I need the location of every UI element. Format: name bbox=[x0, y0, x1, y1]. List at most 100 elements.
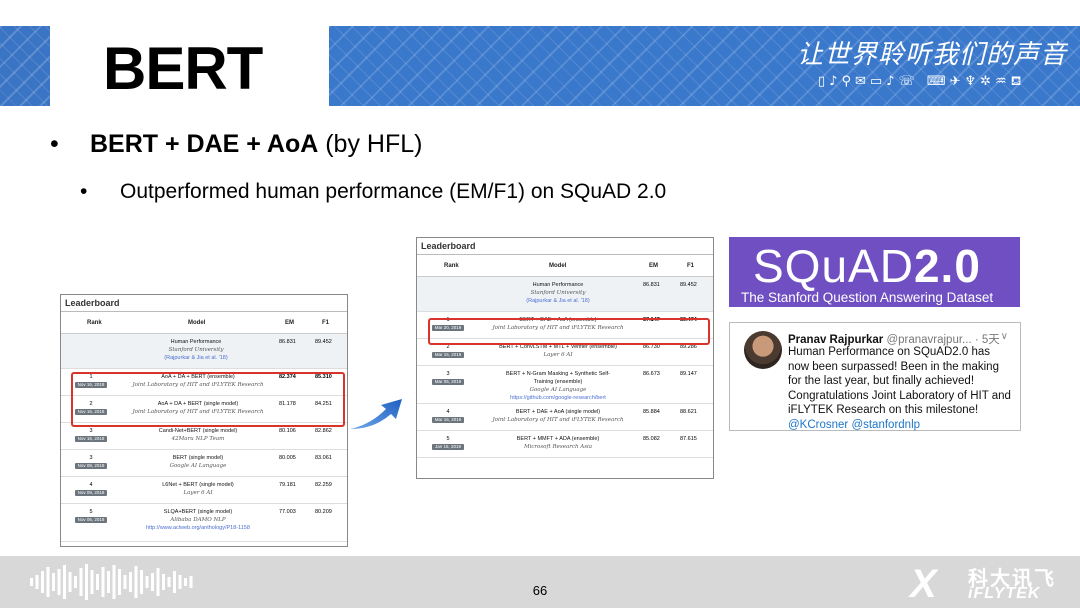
leaderboard-left: Leaderboard Rank Model EM F1 Human Perfo… bbox=[60, 294, 348, 547]
wave-bar bbox=[63, 565, 66, 599]
f1-score: 82.862 bbox=[315, 428, 332, 434]
leaderboard-columns: Rank Model EM F1 bbox=[61, 312, 347, 334]
wave-bar bbox=[85, 564, 88, 600]
wave-bar bbox=[123, 575, 127, 589]
human-em: 86.831 bbox=[279, 339, 296, 345]
wave-bar bbox=[79, 568, 83, 596]
model-cell: BERT + N-Gram Masking + Synthetic Self- T… bbox=[483, 370, 633, 402]
col-model: Model bbox=[188, 320, 206, 326]
tweet-mentions[interactable]: @KCrosner @stanfordnlp bbox=[788, 418, 1013, 433]
squad-logo-title: SQuAD2.0 bbox=[753, 240, 981, 292]
model-org: Microsoft Research Asia bbox=[523, 444, 593, 450]
wave-bar bbox=[178, 575, 182, 589]
model-cell: L6Net + BERT (single model) Layer 6 AI bbox=[123, 481, 273, 497]
bullet-dot: • bbox=[50, 130, 59, 158]
wave-bar bbox=[134, 566, 138, 598]
date-badge: Nov 06, 2018 bbox=[74, 517, 108, 523]
rank-cell: 2 Mar 15, 2019 bbox=[426, 343, 470, 359]
model-name: L6Net + BERT (single model) bbox=[162, 482, 234, 488]
brand-mark: X bbox=[910, 562, 937, 606]
human-f1: 89.452 bbox=[680, 282, 697, 288]
rank-cell: 4 Nov 09, 2018 bbox=[69, 481, 113, 497]
model-org: 42Maru NLP Team bbox=[171, 436, 225, 442]
model-cell: SLQA+BERT (single model) Alibaba DAMO NLP… bbox=[123, 508, 273, 532]
slogan: 让世界聆听我们的声音 bbox=[797, 40, 1068, 70]
human-em: 86.831 bbox=[643, 282, 660, 288]
brand-name-en: iFLYTEK bbox=[968, 585, 1041, 602]
table-row: 5 Nov 06, 2018 SLQA+BERT (single model) Ali… bbox=[61, 504, 347, 542]
rank-number: 3 bbox=[446, 371, 450, 377]
date-badge: Mar 05, 2019 bbox=[431, 379, 465, 385]
f1-score: 80.209 bbox=[315, 509, 332, 515]
rank-number: 3 bbox=[89, 428, 93, 434]
human-name: Human Performance bbox=[170, 339, 222, 345]
wave-bar bbox=[140, 570, 143, 594]
wave-bar bbox=[41, 571, 44, 593]
highlight-box-left bbox=[71, 372, 345, 427]
col-f1: F1 bbox=[322, 320, 330, 326]
tweet-text: Human Performance on SQuAD2.0 has now be… bbox=[788, 346, 1011, 416]
leaderboard-heading: Leaderboard bbox=[61, 295, 347, 312]
em-score: 79.181 bbox=[279, 482, 296, 488]
em-score: 86.673 bbox=[643, 371, 660, 377]
leaderboard-columns: Rank Model EM F1 bbox=[417, 255, 713, 277]
model-cell: BERT + DAE + AoA (single model) Joint Lab… bbox=[483, 408, 633, 424]
em-score: 80.005 bbox=[279, 455, 296, 461]
highlight-box-right bbox=[428, 318, 710, 345]
wave-bar bbox=[112, 565, 116, 599]
wave-bar bbox=[90, 570, 94, 594]
model-name: Candi-Net+BERT (single model) bbox=[158, 428, 238, 434]
wave-bar bbox=[101, 567, 105, 597]
date-badge: Mar 16, 2019 bbox=[431, 417, 465, 423]
rank-number: 4 bbox=[446, 409, 450, 415]
wave-bar bbox=[107, 571, 110, 593]
wave-bar bbox=[96, 574, 99, 590]
f1-score: 89.147 bbox=[680, 371, 697, 377]
date-badge: Nov 16, 2018 bbox=[74, 436, 108, 442]
model-name: BERT + DAE + AoA (single model) bbox=[515, 409, 601, 415]
wave-bar bbox=[173, 571, 176, 593]
human-org: Stanford University bbox=[530, 290, 586, 296]
model-name: SLQA+BERT (single model) bbox=[163, 509, 233, 515]
model-org: Layer 6 AI bbox=[543, 352, 573, 358]
table-row-human: Human Performance Stanford University (R… bbox=[61, 334, 347, 369]
rank-number: 5 bbox=[89, 509, 93, 515]
rank-cell: 3 Mar 05, 2019 bbox=[426, 370, 470, 386]
model-org: Layer 6 AI bbox=[183, 490, 213, 496]
date-badge: Nov 08, 2018 bbox=[74, 463, 108, 469]
col-rank: Rank bbox=[444, 263, 459, 269]
wave-bar bbox=[167, 577, 171, 587]
model-org: Google AI Language bbox=[529, 387, 587, 393]
human-name: Human Performance bbox=[532, 282, 584, 288]
table-row: 4 Nov 09, 2018 L6Net + BERT (single model)… bbox=[61, 477, 347, 504]
wave-bar bbox=[184, 578, 187, 586]
rank-cell: 4 Mar 16, 2019 bbox=[426, 408, 470, 424]
human-ref[interactable]: (Rajpurkar & Jia et al. '18) bbox=[483, 297, 633, 305]
wave-bar bbox=[30, 578, 33, 586]
wave-bar bbox=[35, 575, 39, 589]
human-f1: 89.452 bbox=[315, 339, 332, 345]
model-link[interactable]: https://github.com/google-research/bert bbox=[483, 394, 633, 402]
wave-bar bbox=[74, 576, 77, 588]
wave-bar bbox=[129, 572, 132, 592]
human-org: Stanford University bbox=[168, 347, 224, 353]
wave-bar bbox=[46, 567, 50, 597]
leaderboard-right: Leaderboard Rank Model EM F1 Human Perfo… bbox=[416, 237, 714, 479]
rank-number: 4 bbox=[89, 482, 93, 488]
rank-cell: 3 Nov 16, 2018 bbox=[69, 427, 113, 443]
human-ref[interactable]: (Rajpurkar & Jia et al. '18) bbox=[121, 354, 271, 362]
wave-bar bbox=[57, 569, 61, 595]
model-cell: BERT + ConvLSTM + MTL + Verifier (ensemb… bbox=[483, 343, 633, 359]
arrow-icon bbox=[350, 399, 402, 429]
model-link[interactable]: http://www.aclweb.org/anthology/P18-1158 bbox=[123, 524, 273, 532]
table-row: 5 Jan 15, 2019 BERT + MMFT + ADA (ensemble… bbox=[417, 431, 713, 458]
table-row: 3 Nov 16, 2018 Candi-Net+BERT (single mode… bbox=[61, 423, 347, 450]
chevron-down-icon[interactable]: ∨ bbox=[1001, 331, 1008, 342]
avatar bbox=[744, 331, 782, 369]
date-badge: Mar 15, 2019 bbox=[431, 352, 465, 358]
col-model: Model bbox=[549, 263, 567, 269]
wave-bar bbox=[156, 568, 160, 596]
soundwave-icon bbox=[30, 564, 193, 600]
f1-score: 88.621 bbox=[680, 409, 697, 415]
wave-bar bbox=[151, 573, 154, 591]
